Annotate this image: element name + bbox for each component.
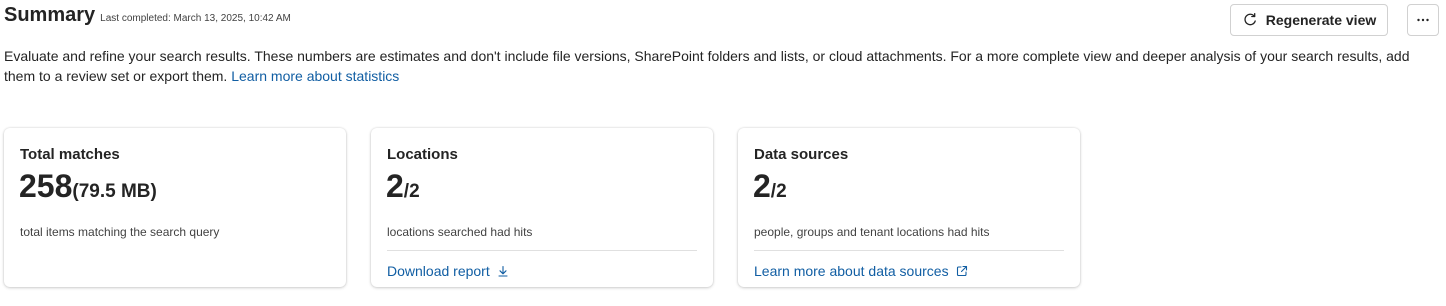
data-sources-total: /2 — [770, 181, 787, 202]
card-value: 2 /2 — [753, 168, 787, 205]
download-icon — [497, 265, 509, 277]
description-text: Evaluate and refine your search results.… — [4, 48, 1410, 84]
regenerate-view-label: Regenerate view — [1265, 12, 1377, 28]
card-description: locations searched had hits — [387, 225, 533, 239]
more-horizontal-icon — [1415, 12, 1431, 28]
data-sources-with-hits: 2 — [753, 168, 771, 204]
more-options-button[interactable] — [1407, 4, 1439, 36]
card-title: Total matches — [20, 146, 120, 163]
learn-more-data-sources-link[interactable]: Learn more about data sources — [754, 263, 968, 279]
summary-header: Summary Last completed: March 13, 2025, … — [4, 4, 291, 27]
total-matches-size: (79.5 MB) — [72, 181, 157, 202]
download-report-link[interactable]: Download report — [387, 263, 509, 279]
summary-description: Evaluate and refine your search results.… — [4, 46, 1444, 86]
download-report-label: Download report — [387, 263, 490, 279]
card-value: 258 (79.5 MB) — [19, 168, 157, 205]
card-title: Locations — [387, 146, 458, 163]
card-description: people, groups and tenant locations had … — [754, 225, 990, 239]
page-title: Summary — [4, 4, 96, 26]
learn-more-statistics-link[interactable]: Learn more about statistics — [231, 68, 399, 84]
card-title: Data sources — [754, 146, 849, 163]
data-sources-card: Data sources 2 /2 people, groups and ten… — [738, 128, 1080, 287]
summary-panel: Summary Last completed: March 13, 2025, … — [0, 0, 1446, 306]
last-completed-timestamp: Last completed: March 13, 2025, 10:42 AM — [100, 13, 291, 24]
locations-with-hits: 2 — [386, 168, 404, 204]
card-description: total items matching the search query — [20, 225, 220, 239]
locations-card: Locations 2 /2 locations searched had hi… — [371, 128, 713, 287]
total-matches-card: Total matches 258 (79.5 MB) total items … — [4, 128, 346, 287]
card-value: 2 /2 — [386, 168, 420, 205]
regenerate-view-button[interactable]: Regenerate view — [1230, 4, 1388, 36]
card-divider — [387, 250, 697, 251]
open-external-icon — [956, 265, 968, 277]
learn-more-data-sources-label: Learn more about data sources — [754, 263, 949, 279]
locations-total: /2 — [403, 181, 420, 202]
card-divider — [754, 250, 1064, 251]
refresh-icon — [1242, 12, 1258, 28]
total-matches-count: 258 — [19, 168, 73, 204]
